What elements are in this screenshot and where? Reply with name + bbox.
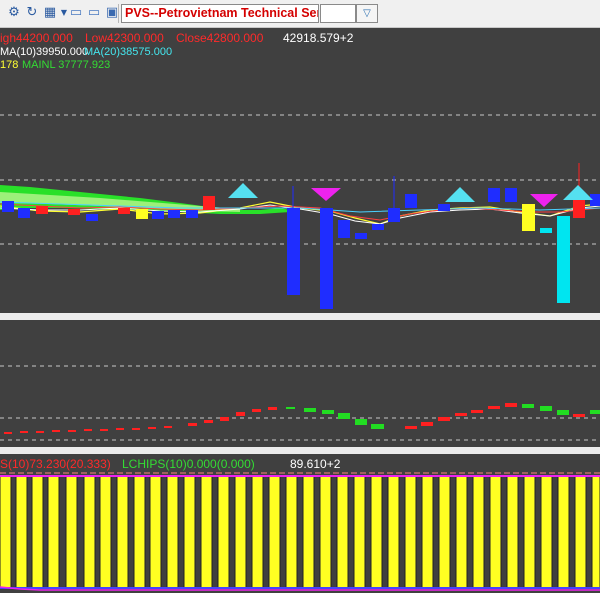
buy-signal-arrow bbox=[445, 187, 475, 202]
mainl-label: MAINL 37777.923 bbox=[22, 59, 111, 71]
candle bbox=[168, 210, 180, 218]
dropdown-button[interactable]: ▽ bbox=[356, 4, 378, 23]
candle bbox=[405, 194, 417, 208]
candle bbox=[86, 214, 98, 221]
indicator-chart bbox=[0, 472, 600, 600]
indicator-label-red: S(10)73.230(20.333) bbox=[0, 457, 111, 471]
signal-bars bbox=[4, 403, 600, 434]
candle bbox=[355, 233, 367, 239]
candle bbox=[118, 208, 130, 214]
candle bbox=[540, 228, 552, 233]
secondary-chart-panel[interactable] bbox=[0, 320, 600, 447]
price-value: 42918.579+2 bbox=[283, 31, 354, 45]
low-label: Low42300.000 bbox=[85, 31, 164, 45]
candle bbox=[320, 208, 333, 309]
toolbar-separator bbox=[118, 4, 119, 23]
sell-signal-arrow bbox=[311, 188, 341, 201]
buy-signal-arrow bbox=[228, 183, 258, 198]
folder-icon[interactable]: ▭ bbox=[68, 5, 84, 21]
candle bbox=[2, 201, 14, 212]
candle bbox=[203, 196, 215, 210]
indicator-value: 89.610+2 bbox=[290, 457, 341, 471]
candle bbox=[488, 188, 500, 202]
price-chart-panel[interactable]: igh44200.000 Low42300.000 Close42800.000… bbox=[0, 28, 600, 313]
secondary-selector[interactable] bbox=[320, 4, 356, 23]
candle bbox=[388, 208, 400, 222]
ma20-label: MA(20)38575.000 bbox=[84, 46, 173, 58]
candle bbox=[338, 220, 350, 238]
candle bbox=[36, 206, 48, 214]
ma10-label: MA(10)39950.000 bbox=[0, 46, 89, 58]
candle bbox=[136, 209, 148, 219]
candle bbox=[152, 211, 164, 219]
candle bbox=[505, 188, 517, 202]
high-label: igh44200.000 bbox=[0, 31, 73, 45]
candle bbox=[372, 224, 384, 230]
folder-open-icon[interactable]: ▭ bbox=[86, 5, 102, 21]
refresh-icon[interactable]: ↻ bbox=[24, 5, 40, 21]
candle bbox=[68, 209, 80, 215]
candle bbox=[287, 208, 300, 295]
candle bbox=[522, 204, 535, 231]
close-label: Close42800.000 bbox=[176, 31, 264, 45]
candle bbox=[573, 200, 585, 218]
secondary-chart bbox=[0, 365, 600, 441]
stock-selector[interactable]: PVS--Petrovietnam Technical Servic bbox=[121, 4, 319, 23]
gear-icon[interactable]: ⚙ bbox=[6, 5, 22, 21]
yellow-indicator-label: 178 bbox=[0, 59, 19, 71]
candle bbox=[18, 208, 30, 218]
panel-splitter[interactable] bbox=[0, 447, 600, 454]
candle bbox=[438, 204, 450, 211]
stock-name: PVS--Petrovietnam Technical Servic bbox=[125, 6, 319, 20]
candle bbox=[186, 210, 198, 218]
candle bbox=[557, 216, 570, 303]
bottom-axis bbox=[0, 593, 600, 600]
indicator-panel[interactable]: S(10)73.230(20.333) LCHIPS(10)0.000(0.00… bbox=[0, 454, 600, 600]
buy-signal-arrow bbox=[563, 185, 593, 200]
indicator-bars bbox=[0, 475, 600, 589]
toolbar: ⚙ ↻ ▦ ▼ ▭ ▭ ▣ PVS--Petrovietnam Technica… bbox=[0, 0, 600, 28]
lchips-label: LCHIPS(10)0.000(0.000) bbox=[122, 457, 255, 471]
panel-splitter[interactable] bbox=[0, 313, 600, 320]
